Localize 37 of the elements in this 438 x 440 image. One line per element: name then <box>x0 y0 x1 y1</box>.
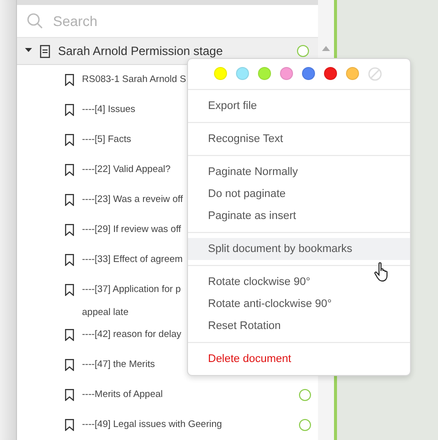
menu-item[interactable]: Paginate as insert <box>188 205 410 227</box>
color-swatch[interactable] <box>214 67 227 80</box>
bookmark-icon <box>65 389 74 401</box>
menu-item[interactable]: Reset Rotation <box>188 315 410 337</box>
color-swatch[interactable] <box>280 67 293 80</box>
menu-item[interactable]: Split document by bookmarks <box>188 238 410 260</box>
hand-pointer-icon <box>374 262 390 282</box>
menu-item[interactable]: Export file <box>188 95 410 117</box>
bookmark-icon <box>65 329 74 341</box>
bookmark-icon <box>65 134 74 146</box>
color-swatch[interactable] <box>324 67 337 80</box>
menu-item[interactable]: Rotate anti-clockwise 90° <box>188 293 410 315</box>
color-swatch[interactable] <box>302 67 315 80</box>
bookmark-icon <box>65 194 74 206</box>
bookmark-icon <box>65 224 74 236</box>
color-swatch[interactable] <box>346 67 359 80</box>
document-title: Sarah Arnold Permission stage <box>58 43 223 60</box>
no-color-icon[interactable] <box>368 67 382 81</box>
menu-item[interactable]: Rotate clockwise 90° <box>188 271 410 293</box>
search-icon <box>27 13 43 30</box>
bookmark-icon <box>65 104 74 116</box>
bookmark-icon <box>65 74 74 86</box>
document-icon <box>40 44 50 58</box>
menu-item[interactable]: Paginate Normally <box>188 161 410 183</box>
color-swatch[interactable] <box>258 67 271 80</box>
color-swatch[interactable] <box>236 67 249 80</box>
menu-item[interactable]: Delete document <box>188 348 410 370</box>
bookmark-label[interactable]: ----Merits of Appeal <box>82 383 284 406</box>
bookmark-icon <box>65 284 74 296</box>
scroll-up-icon[interactable] <box>322 46 330 51</box>
menu-item[interactable]: Recognise Text <box>188 128 410 150</box>
bookmark-icon <box>65 359 74 371</box>
bookmark-icon <box>65 254 74 266</box>
menu-item[interactable]: Do not paginate <box>188 183 410 205</box>
bookmark-icon <box>65 164 74 176</box>
bookmark-icon <box>65 419 74 431</box>
bookmark-label[interactable]: ----[49] Legal issues with Geering <box>82 413 284 436</box>
